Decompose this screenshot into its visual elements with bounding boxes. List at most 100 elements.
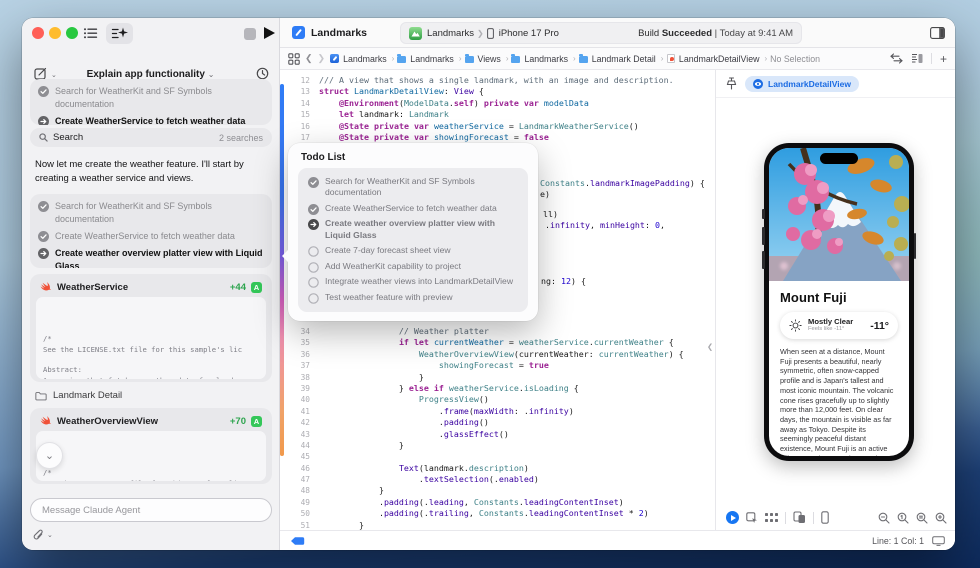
scheme-pill[interactable]: Landmarks ❯ iPhone 17 Pro Build Succeede… (400, 22, 802, 44)
todo-item-label: Create WeatherService to fetch weather d… (55, 230, 235, 243)
iphone-preview[interactable]: Mount Fuji Mostly Clear Feels like -11° (764, 143, 914, 461)
scroll-to-bottom-button[interactable]: ⌄ (36, 442, 63, 469)
line-number: 16 (286, 121, 310, 132)
todo-summary-card-mid[interactable]: Search for WeatherKit and SF Symbols doc… (30, 194, 272, 268)
line-number: 42 (286, 417, 310, 428)
file-name: WeatherOverviewView (57, 416, 158, 427)
breadcrumb-label: LandmarkDetailView (679, 54, 760, 64)
todo-item: Create weather overview platter view wit… (30, 245, 272, 268)
code-line: 49 .padding(.leading, Constants.leadingC… (286, 497, 715, 508)
minimap-icon[interactable] (911, 53, 923, 64)
breadcrumb-item[interactable]: Landmarks › (330, 54, 395, 64)
forward-chevron-icon[interactable]: ❯ (318, 53, 326, 64)
preview-target-label: LandmarkDetailView (768, 79, 851, 89)
related-items-icon[interactable] (288, 53, 300, 65)
zoom-window-button[interactable] (66, 27, 78, 39)
todo-item[interactable]: Create WeatherService to fetch weather d… (303, 201, 523, 217)
swift-icon (40, 415, 52, 427)
run-icon[interactable] (264, 27, 275, 39)
back-chevron-icon[interactable]: ❮ (305, 53, 313, 64)
added-badge: A (251, 416, 262, 427)
todo-item[interactable]: Search for WeatherKit and SF Symbols doc… (303, 174, 523, 201)
ai-change-bar (280, 84, 284, 456)
line-number: 15 (286, 109, 310, 120)
landmark-photo-mount-fuji (769, 148, 909, 281)
todo-state-icon (308, 246, 319, 257)
zoom-in-icon[interactable] (935, 512, 947, 524)
weather-feels-like: Feels like -11° (808, 326, 853, 333)
display-icon[interactable] (932, 536, 945, 546)
destination-selector[interactable]: iPhone 17 Pro (487, 28, 559, 39)
todo-item-label: Create WeatherService to fetch weather d… (55, 115, 245, 125)
breadcrumb-label: No Selection (770, 54, 820, 64)
close-window-button[interactable] (32, 27, 44, 39)
line-number: 38 (286, 372, 310, 383)
breadcrumb-item[interactable]: Landmark Detail › (579, 54, 665, 64)
inspector-toggle-icon[interactable] (930, 27, 945, 39)
todo-item[interactable]: Add WeatherKit capability to project (303, 259, 523, 275)
todo-item-label: Search for WeatherKit and SF Symbols doc… (55, 200, 264, 226)
device-icon[interactable] (821, 511, 829, 524)
file-card-weatherservice[interactable]: WeatherService +44 A /*See the LICENSE.t… (30, 274, 272, 382)
build-status[interactable]: Build Succeeded | Today at 9:41 AM (638, 28, 793, 39)
breadcrumb-item[interactable]: LandmarkDetailView › (666, 54, 768, 64)
line-number: 47 (286, 474, 310, 485)
breadcrumb-item[interactable]: Views › (465, 54, 510, 64)
code-line: 38 } (286, 372, 715, 383)
weather-platter[interactable]: Mostly Clear Feels like -11° -11° (780, 312, 898, 339)
zoom-100-icon[interactable] (897, 512, 909, 524)
code-line: 13struct LandmarkDetailView: View { (286, 86, 715, 97)
code-review-icon[interactable] (890, 53, 903, 64)
todo-item[interactable]: Test weather feature with preview (303, 290, 523, 306)
code-line: 37 showingForecast = true (286, 360, 715, 371)
assistant-message-input[interactable] (30, 498, 272, 522)
chevron-separator: › (392, 54, 395, 63)
stop-icon[interactable] (244, 28, 256, 40)
scheme-selector[interactable]: Landmarks (409, 27, 474, 40)
todo-item-label: Integrate weather views into LandmarkDet… (325, 276, 513, 288)
todo-summary-card-top[interactable]: Search for WeatherKit and SF Symbols doc… (30, 79, 272, 125)
paperclip-icon[interactable] (33, 529, 44, 541)
preview-play-button[interactable] (726, 511, 739, 524)
chevron-down-icon[interactable]: ⌄ (51, 71, 57, 79)
editor-collapse-chevron[interactable]: ❮ (707, 342, 713, 353)
scheme-name: Landmarks (427, 28, 474, 39)
todo-item[interactable]: Integrate weather views into LandmarkDet… (303, 274, 523, 290)
chevron-down-icon: ⌄ (45, 449, 54, 462)
conversation-list-icon[interactable] (83, 26, 98, 40)
device-settings-icon[interactable] (793, 511, 806, 524)
code-fragment: .infinity, minHeight: 0, (545, 220, 665, 231)
file-card-weatheroverviewview[interactable]: WeatherOverviewView +70 A /*See the LICE… (30, 408, 272, 484)
preview-target-pill[interactable]: LandmarkDetailView (745, 76, 859, 92)
iphone-icon (487, 28, 494, 39)
breadcrumb-icon (330, 54, 339, 63)
todo-item[interactable]: Create 7-day forecast sheet view (303, 243, 523, 259)
zoom-fit-icon[interactable] (916, 512, 928, 524)
preview-toolbar (726, 511, 947, 524)
code-line: 36 WeatherOverviewView(currentWeather: c… (286, 349, 715, 360)
chevron-down-icon[interactable]: ⌄ (47, 531, 53, 539)
assistant-mode-button[interactable] (106, 23, 133, 44)
code-fragment: ng: 12) { (541, 276, 586, 287)
breadcrumb-item[interactable]: Landmarks › (397, 54, 462, 64)
add-editor-icon[interactable]: + (940, 52, 947, 66)
minimize-window-button[interactable] (49, 27, 61, 39)
breadcrumb-item[interactable]: No Selection › (770, 54, 820, 64)
code-line: 40 ProgressView() (286, 394, 715, 405)
chevron-separator: › (661, 54, 664, 63)
breadcrumb-item[interactable]: Landmarks › (511, 54, 576, 64)
tag-icon[interactable] (290, 536, 305, 546)
pin-icon[interactable] (726, 77, 737, 90)
landmark-description: When seen at a distance, Mount Fuji pres… (780, 347, 898, 456)
variants-grid-icon[interactable] (765, 512, 778, 523)
code-line: 50 .padding(.trailing, Constants.leading… (286, 508, 715, 519)
group-row-landmark-detail[interactable]: Landmark Detail (35, 390, 122, 401)
line-number: 34 (286, 326, 310, 337)
selectable-mode-icon[interactable] (746, 512, 758, 524)
todo-item[interactable]: Create weather overview platter view wit… (303, 216, 523, 243)
project-title: Landmarks (280, 26, 367, 39)
zoom-out-icon[interactable] (878, 512, 890, 524)
search-label: Search (53, 132, 83, 143)
search-summary[interactable]: Search 2 searches (30, 128, 272, 147)
code-line: 42 .padding() (286, 417, 715, 428)
